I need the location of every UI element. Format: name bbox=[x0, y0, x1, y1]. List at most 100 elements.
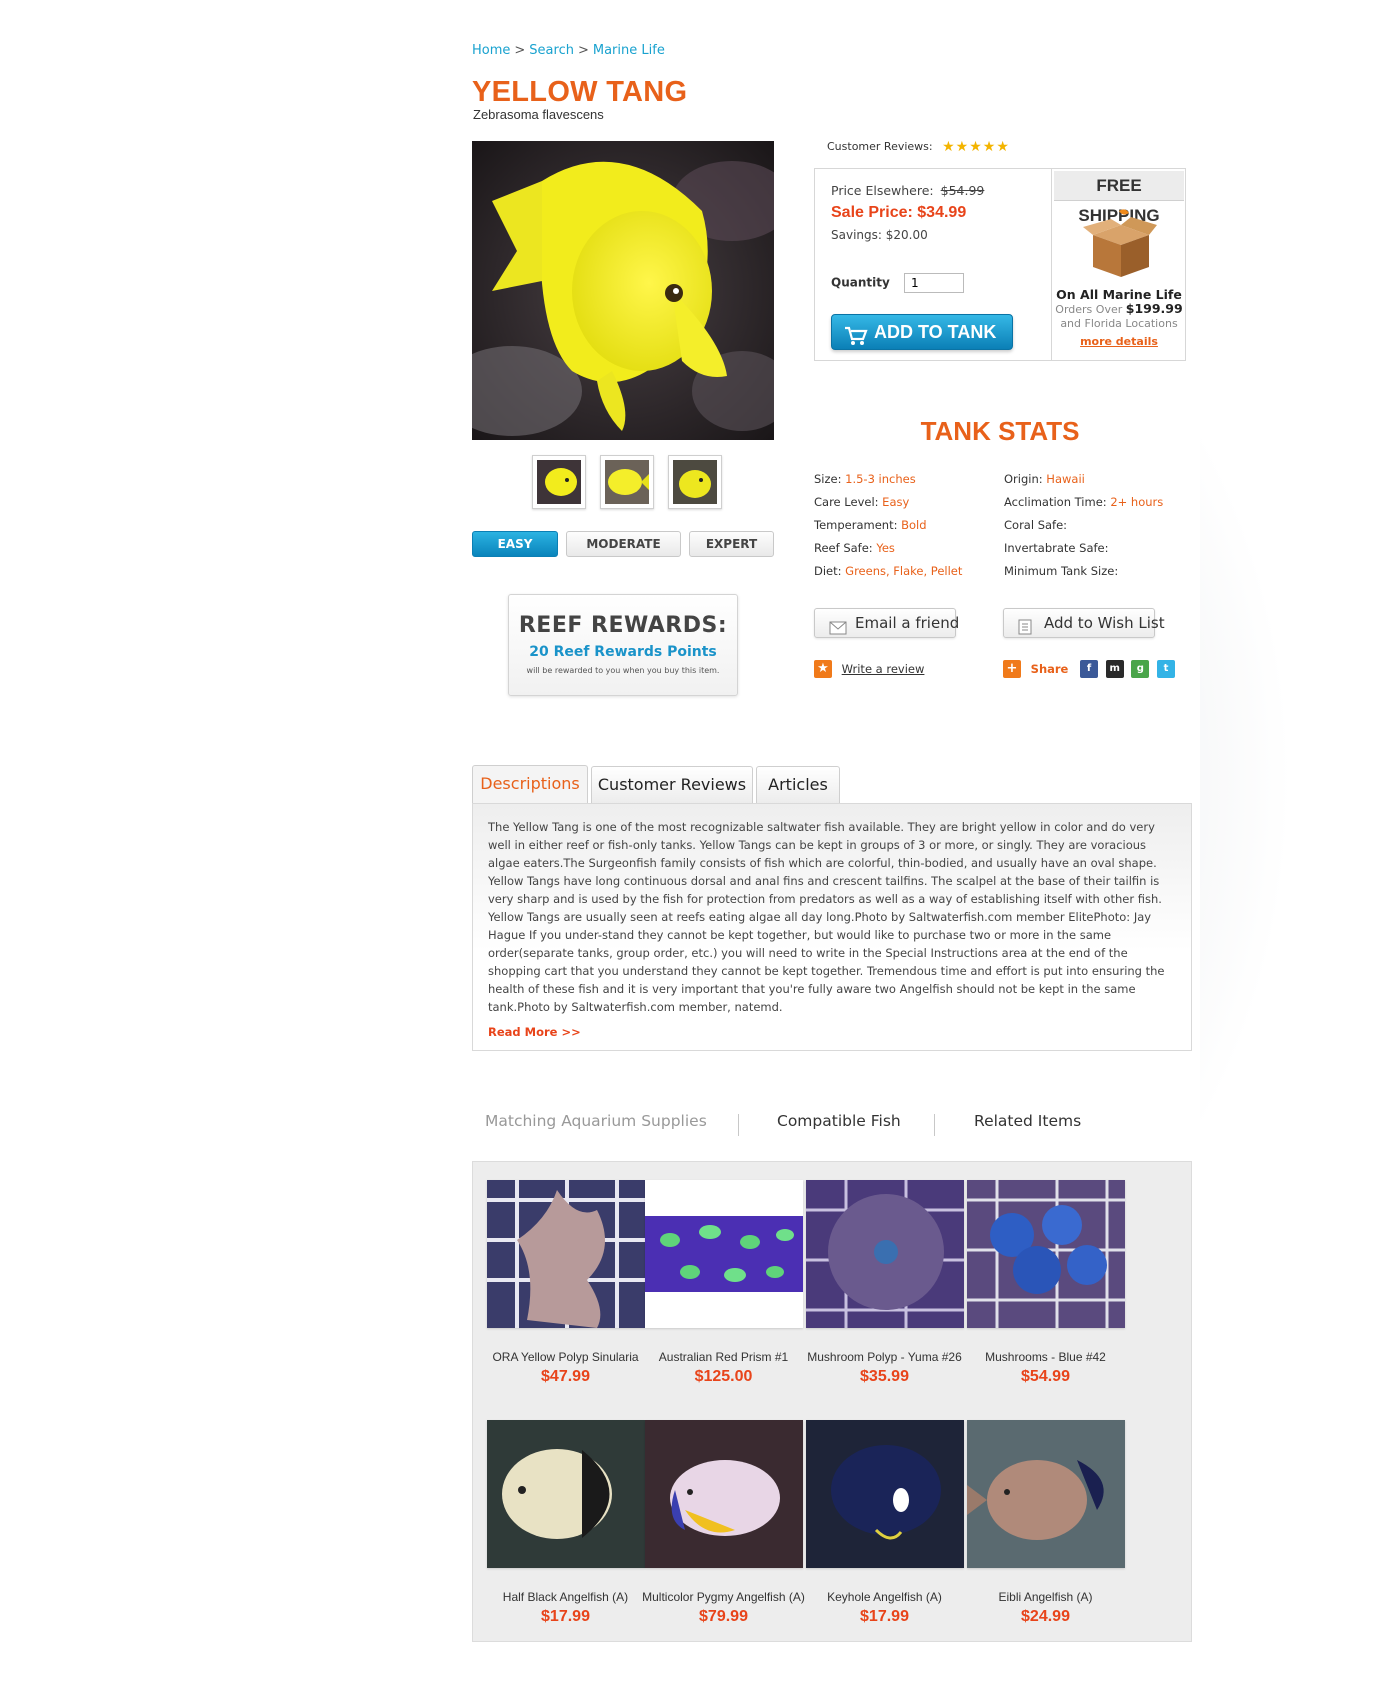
product-name[interactable]: Mushrooms - Blue #42 bbox=[958, 1350, 1133, 1364]
myspace-icon[interactable]: m bbox=[1105, 660, 1124, 678]
product-title: YELLOW TANG bbox=[472, 76, 688, 108]
stat-value: 1.5-3 inches bbox=[845, 472, 916, 486]
price-details: Price Elsewhere: $54.99 Sale Price: $34.… bbox=[831, 183, 1041, 242]
add-to-tank-button[interactable]: ADD TO TANK bbox=[831, 314, 1013, 350]
related-tabs: Matching Aquarium Supplies Compatible Fi… bbox=[472, 1112, 1192, 1138]
shipping-line-2: Orders Over $199.99 bbox=[1052, 302, 1186, 317]
product-name[interactable]: Eibli Angelfish (A) bbox=[958, 1590, 1133, 1604]
shipping-line-3: and Florida Locations bbox=[1060, 317, 1178, 330]
shipping-threshold: $199.99 bbox=[1125, 301, 1183, 316]
stat-value: Greens, Flake, Pellet bbox=[845, 564, 963, 578]
add-to-tank-label: ADD TO TANK bbox=[874, 322, 997, 342]
stat-label: Diet: bbox=[814, 564, 842, 578]
google-icon[interactable]: g bbox=[1131, 660, 1150, 678]
cart-icon bbox=[844, 323, 868, 357]
stat-value: Hawaii bbox=[1046, 472, 1085, 486]
tab-related-items[interactable]: Related Items bbox=[974, 1112, 1081, 1130]
breadcrumb-home[interactable]: Home bbox=[472, 43, 510, 58]
read-more-link[interactable]: Read More >> bbox=[488, 1025, 581, 1039]
stat-label: Size: bbox=[814, 472, 842, 486]
price-elsewhere-value: $54.99 bbox=[940, 183, 985, 198]
thumbnail[interactable] bbox=[532, 455, 586, 509]
product-price: $125.00 bbox=[694, 1368, 753, 1385]
product-price: $17.99 bbox=[541, 1608, 590, 1625]
facebook-icon[interactable]: f bbox=[1080, 660, 1099, 678]
related-products-grid: ORA Yellow Polyp Sinularia $47.99 Austra… bbox=[472, 1161, 1192, 1642]
quantity-input[interactable] bbox=[903, 273, 964, 293]
shipping-box-icon bbox=[1079, 205, 1159, 285]
add-to-wish-list-button[interactable]: Add to Wish List bbox=[1003, 608, 1165, 638]
share-label[interactable]: Share bbox=[1031, 662, 1069, 676]
product-card[interactable]: Keyhole Angelfish (A) $17.99 bbox=[797, 1420, 972, 1626]
product-main-photo[interactable] bbox=[472, 141, 774, 440]
stat-label: Reef Safe: bbox=[814, 541, 873, 555]
shipping-more-details-link[interactable]: more details bbox=[1052, 335, 1186, 348]
twitter-icon[interactable]: t bbox=[1156, 660, 1175, 678]
savings-value: $20.00 bbox=[885, 228, 928, 242]
stat-temperament: Temperament: Bold bbox=[814, 518, 927, 532]
stat-label: Coral Safe: bbox=[1004, 518, 1068, 532]
tab-customer-reviews[interactable]: Customer Reviews bbox=[591, 766, 753, 804]
breadcrumb: Home > Search > Marine Life bbox=[472, 43, 665, 58]
thumbnail[interactable] bbox=[668, 455, 722, 509]
stat-label: Acclimation Time: bbox=[1004, 495, 1107, 509]
price-elsewhere-label: Price Elsewhere: bbox=[831, 183, 934, 198]
product-image[interactable] bbox=[486, 1180, 645, 1328]
shipping-orders-over: Orders Over bbox=[1055, 303, 1123, 316]
product-card[interactable]: Mushrooms - Blue #42 $54.99 bbox=[958, 1180, 1133, 1386]
breadcrumb-marine-life[interactable]: Marine Life bbox=[593, 43, 665, 58]
product-image[interactable] bbox=[805, 1180, 964, 1328]
quantity-row: Quantity bbox=[831, 273, 964, 293]
price-box: Price Elsewhere: $54.99 Sale Price: $34.… bbox=[814, 168, 1186, 361]
product-card[interactable]: Eibli Angelfish (A) $24.99 bbox=[958, 1420, 1133, 1626]
star-rating-icon: ★★★★★ bbox=[942, 139, 1010, 155]
stat-reef-safe: Reef Safe: Yes bbox=[814, 541, 895, 555]
product-name[interactable]: Multicolor Pygmy Angelfish (A) bbox=[636, 1590, 811, 1604]
product-name[interactable]: Australian Red Prism #1 bbox=[636, 1350, 811, 1364]
email-a-friend-button[interactable]: Email a friend bbox=[814, 608, 959, 638]
description-text: The Yellow Tang is one of the most recog… bbox=[488, 820, 1165, 1014]
savings-label: Savings: bbox=[831, 228, 882, 242]
plus-share-icon[interactable]: + bbox=[1003, 660, 1021, 678]
product-tabs: Descriptions Customer Reviews Articles bbox=[472, 765, 1192, 805]
product-image[interactable] bbox=[644, 1180, 803, 1328]
product-image[interactable] bbox=[486, 1420, 645, 1568]
product-card[interactable]: ORA Yellow Polyp Sinularia $47.99 bbox=[478, 1180, 653, 1386]
sale-price: Sale Price: $34.99 bbox=[831, 204, 1041, 222]
product-name[interactable]: ORA Yellow Polyp Sinularia bbox=[478, 1350, 653, 1364]
tab-descriptions[interactable]: Descriptions bbox=[472, 765, 588, 805]
product-name[interactable]: Keyhole Angelfish (A) bbox=[797, 1590, 972, 1604]
difficulty-moderate-button[interactable]: MODERATE bbox=[566, 531, 681, 557]
stat-care-level: Care Level: Easy bbox=[814, 495, 909, 509]
tab-articles[interactable]: Articles bbox=[756, 766, 840, 804]
free-shipping-title: FREE SHIPPING bbox=[1054, 171, 1184, 225]
product-image[interactable] bbox=[966, 1420, 1125, 1568]
write-a-review-link[interactable]: Write a review bbox=[842, 662, 925, 676]
difficulty-easy-button[interactable]: EASY bbox=[472, 531, 558, 557]
product-image[interactable] bbox=[644, 1420, 803, 1568]
product-image[interactable] bbox=[966, 1180, 1125, 1328]
product-price: $54.99 bbox=[1021, 1368, 1070, 1385]
product-image[interactable] bbox=[805, 1420, 964, 1568]
stat-value: Easy bbox=[882, 495, 910, 509]
price-elsewhere: Price Elsewhere: $54.99 bbox=[831, 183, 1041, 198]
difficulty-selector: EASY MODERATE EXPERT bbox=[472, 531, 774, 557]
stat-size: Size: 1.5-3 inches bbox=[814, 472, 916, 486]
stat-label: Minimum Tank Size: bbox=[1004, 564, 1119, 578]
tab-matching-aquarium-supplies[interactable]: Matching Aquarium Supplies bbox=[485, 1112, 707, 1130]
thumbnail[interactable] bbox=[600, 455, 654, 509]
product-card[interactable]: Australian Red Prism #1 $125.00 bbox=[636, 1180, 811, 1386]
savings: Savings: $20.00 bbox=[831, 228, 1041, 242]
product-name[interactable]: Half Black Angelfish (A) bbox=[478, 1590, 653, 1604]
envelope-icon bbox=[829, 616, 847, 644]
difficulty-expert-button[interactable]: EXPERT bbox=[689, 531, 774, 557]
tab-compatible-fish[interactable]: Compatible Fish bbox=[777, 1112, 901, 1130]
product-card[interactable]: Mushroom Polyp - Yuma #26 $35.99 bbox=[797, 1180, 972, 1386]
stat-value: Yes bbox=[876, 541, 895, 555]
breadcrumb-search[interactable]: Search bbox=[529, 43, 574, 58]
product-card[interactable]: Multicolor Pygmy Angelfish (A) $79.99 bbox=[636, 1420, 811, 1626]
product-card[interactable]: Half Black Angelfish (A) $17.99 bbox=[478, 1420, 653, 1626]
customer-reviews-summary[interactable]: Customer Reviews: ★★★★★ bbox=[827, 139, 1010, 155]
description-panel: The Yellow Tang is one of the most recog… bbox=[472, 803, 1192, 1051]
product-name[interactable]: Mushroom Polyp - Yuma #26 bbox=[797, 1350, 972, 1364]
